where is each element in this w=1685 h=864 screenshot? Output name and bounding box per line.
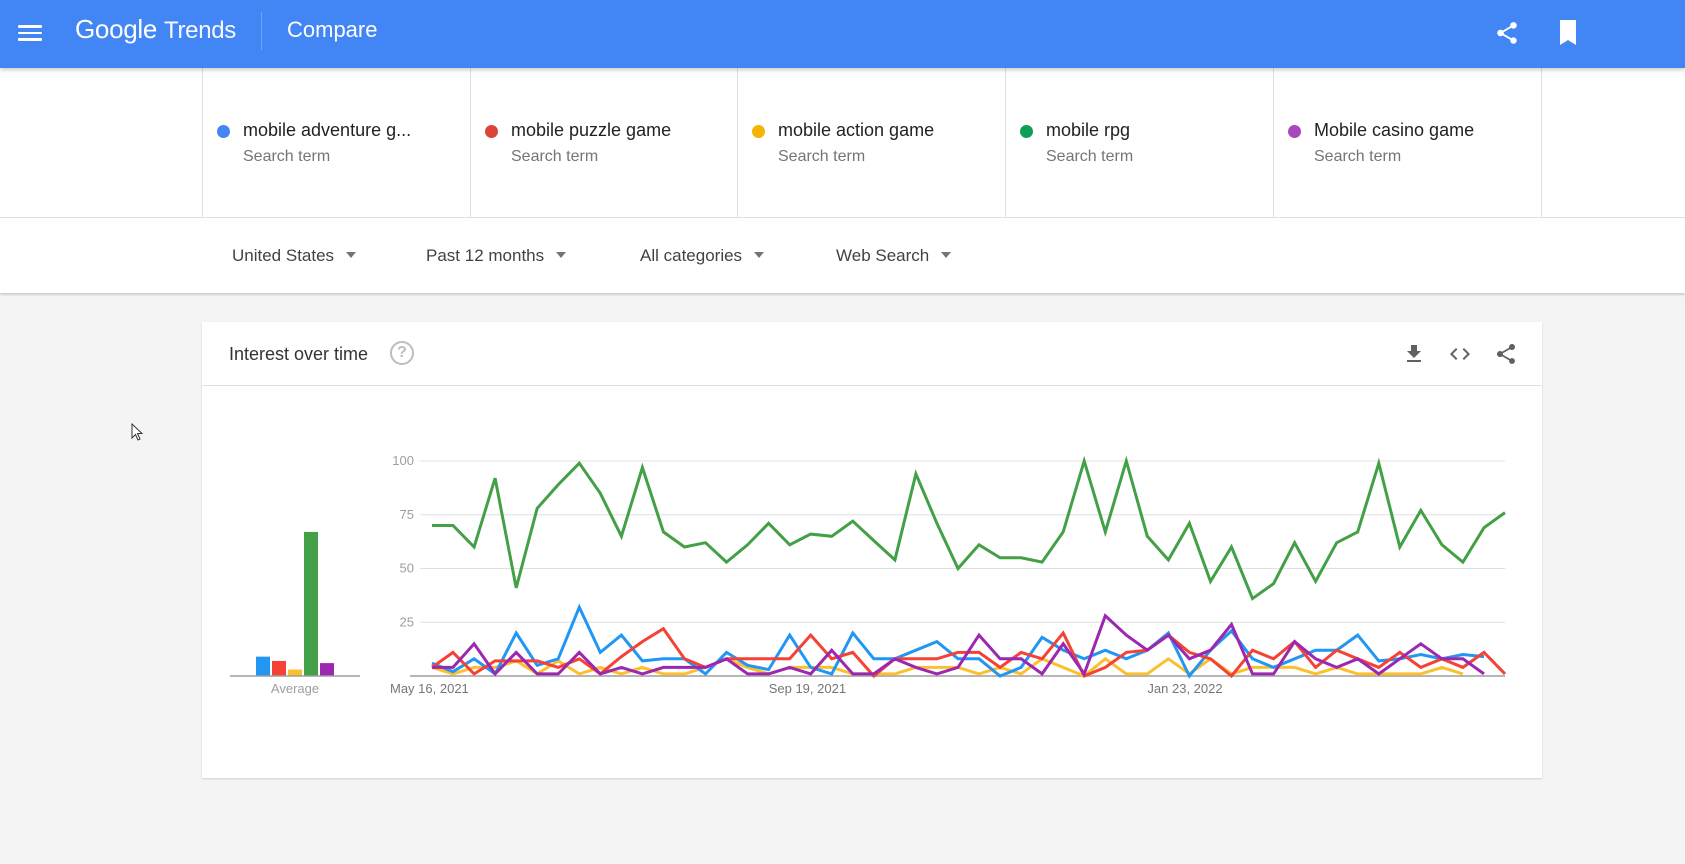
- average-bar[interactable]: [304, 531, 318, 676]
- x-tick-label: Jan 23, 2022: [1147, 681, 1222, 696]
- term-color-dot: [485, 125, 498, 138]
- term-color-dot: [752, 125, 765, 138]
- series-line-mobile-casino-game[interactable]: [432, 613, 1485, 678]
- term-color-dot: [1288, 125, 1301, 138]
- time-range-value: Past 12 months: [426, 246, 545, 265]
- interest-over-time-card: Interest over time ? Average 25 50 75 100 M…: [202, 322, 1542, 778]
- category-dropdown[interactable]: All categories: [640, 246, 765, 266]
- term-name: mobile rpg: [1046, 120, 1131, 140]
- term-card[interactable]: Mobile casino game Search term: [1273, 68, 1541, 217]
- region-dropdown[interactable]: United States: [232, 246, 357, 266]
- term-color-dot: [1020, 125, 1033, 138]
- caret-down-icon: [754, 251, 765, 258]
- term-subtitle: Search term: [243, 148, 331, 165]
- average-label: Average: [271, 681, 319, 696]
- region-value: United States: [232, 246, 335, 265]
- term-name: mobile action game: [778, 120, 935, 140]
- caret-down-icon: [941, 251, 952, 258]
- term-subtitle: Search term: [511, 148, 599, 165]
- caret-down-icon: [556, 251, 567, 258]
- logo-google: Google: [75, 14, 158, 44]
- term-card[interactable]: mobile action game Search term: [737, 68, 1005, 217]
- filters-bar: United States Past 12 months All categor…: [0, 217, 1685, 293]
- menu-icon[interactable]: [18, 22, 42, 42]
- time-range-dropdown[interactable]: Past 12 months: [426, 246, 567, 266]
- average-bar[interactable]: [256, 656, 270, 676]
- caret-down-icon: [346, 251, 357, 258]
- term-color-dot: [217, 125, 230, 138]
- term-card[interactable]: mobile rpg Search term: [1005, 68, 1273, 217]
- logo-trends: Trends: [163, 17, 236, 44]
- series-line-mobile-rpg[interactable]: [432, 455, 1506, 601]
- average-bar[interactable]: [272, 660, 286, 676]
- share-icon[interactable]: [1494, 20, 1520, 46]
- y-tick-label: 100: [392, 453, 414, 468]
- top-app-bar: Google Trends Compare: [0, 0, 1685, 68]
- term-name: mobile puzzle game: [511, 120, 672, 140]
- term-card[interactable]: mobile adventure g... Search term: [202, 68, 470, 217]
- header-divider: [261, 12, 262, 50]
- interest-chart[interactable]: Average 25 50 75 100 May 16, 2021 Sep 19, 20…: [202, 322, 1542, 778]
- google-trends-logo[interactable]: Google Trends: [75, 14, 236, 45]
- y-tick-label: 25: [400, 614, 414, 629]
- search-terms-bar: mobile adventure g... Search term mobile…: [0, 68, 1685, 217]
- x-tick-label: May 16, 2021: [390, 681, 469, 696]
- search-property-dropdown[interactable]: Web Search: [836, 246, 952, 266]
- term-subtitle: Search term: [778, 148, 866, 165]
- y-tick-label: 75: [400, 507, 414, 522]
- y-axis-ticks: 25 50 75 100: [392, 453, 414, 629]
- term-subtitle: Search term: [1314, 148, 1402, 165]
- average-bar[interactable]: [320, 663, 334, 676]
- term-divider: [1541, 68, 1542, 217]
- x-axis-ticks: May 16, 2021 Sep 19, 2021 Jan 23, 2022: [390, 681, 1223, 696]
- term-subtitle: Search term: [1046, 148, 1134, 165]
- search-property-value: Web Search: [836, 246, 930, 265]
- x-tick-label: Sep 19, 2021: [769, 681, 846, 696]
- average-bars: [256, 531, 334, 676]
- term-name: mobile adventure g...: [243, 120, 412, 140]
- term-card[interactable]: mobile puzzle game Search term: [470, 68, 738, 217]
- pointer-cursor: [131, 422, 145, 443]
- bookmark-icon[interactable]: [1558, 20, 1578, 46]
- category-value: All categories: [640, 246, 743, 265]
- page-title: Compare: [287, 17, 378, 42]
- average-bar[interactable]: [288, 669, 302, 676]
- term-name: Mobile casino game: [1314, 120, 1475, 140]
- y-tick-label: 50: [400, 561, 414, 576]
